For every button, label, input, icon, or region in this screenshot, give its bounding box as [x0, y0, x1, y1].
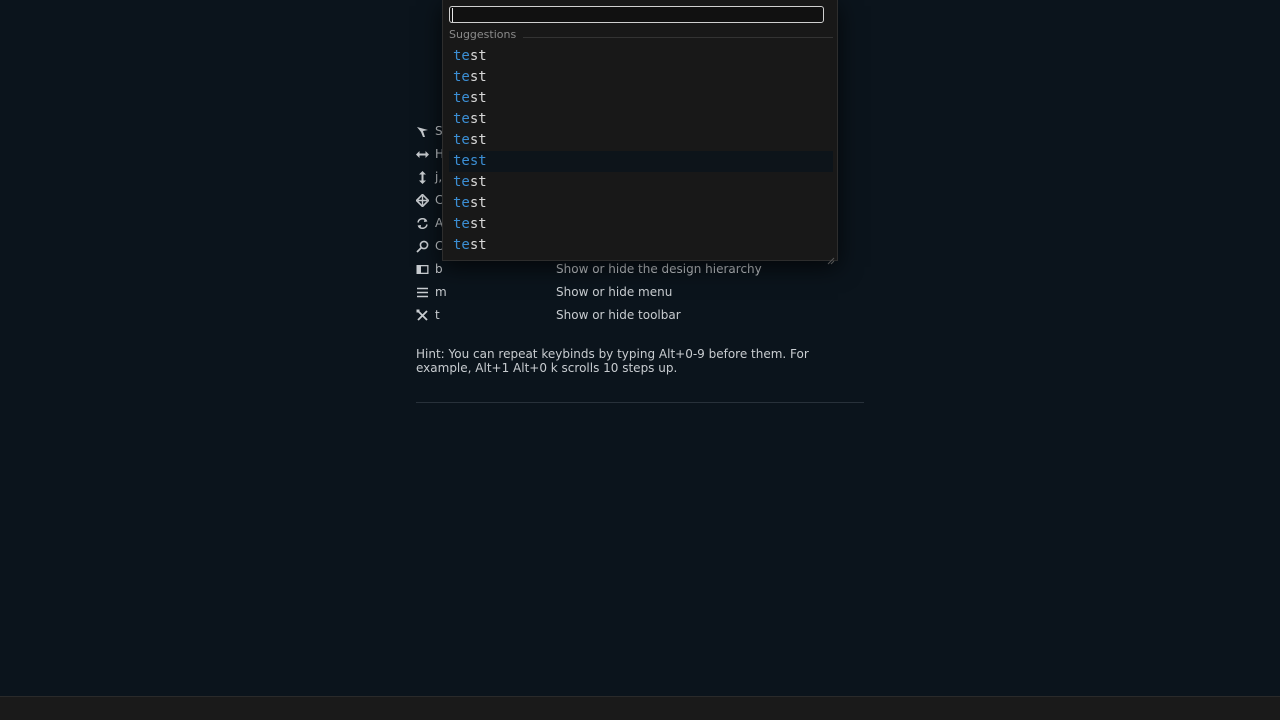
keybind-key: b [435, 262, 443, 276]
suggestion-match: te [453, 174, 470, 190]
command-input[interactable] [449, 6, 824, 23]
suggestion-item[interactable]: test [449, 172, 833, 193]
app-page: S H j, C A C b Show or hide the design h… [0, 0, 1280, 720]
menu-icon [416, 286, 429, 299]
suggestion-item[interactable]: test [449, 46, 833, 67]
suggestion-item[interactable]: test [449, 193, 833, 214]
suggestion-item[interactable]: test [449, 130, 833, 151]
keybind-row: b Show or hide the design hierarchy [416, 258, 864, 281]
refresh-icon [416, 217, 429, 230]
select-icon [416, 125, 429, 138]
suggestion-rest: st [469, 237, 487, 253]
sidebar-icon [416, 263, 429, 276]
suggestion-item[interactable]: test [449, 67, 833, 88]
keybind-desc: Show or hide menu [556, 285, 673, 299]
suggestion-match: te [453, 132, 470, 148]
suggestion-rest: st [469, 90, 487, 106]
suggestion-match: te [453, 111, 470, 127]
vertical-arrows-icon [416, 171, 429, 184]
suggestion-match: te [453, 90, 470, 106]
keybind-hint: Hint: You can repeat keybinds by typing … [416, 347, 809, 375]
status-bar [0, 696, 1280, 720]
suggestion-rest: st [469, 153, 487, 169]
suggestion-match: te [453, 216, 470, 232]
keybind-desc: Show or hide toolbar [556, 308, 681, 322]
keybind-row: m Show or hide menu [416, 281, 864, 304]
suggestions-header: Suggestions [449, 28, 833, 42]
text-caret [452, 8, 453, 22]
keybind-key: t [435, 308, 440, 322]
suggestions-divider [523, 37, 833, 38]
suggestion-match: te [453, 153, 470, 169]
suggestion-rest: st [469, 174, 487, 190]
resize-grip-icon[interactable] [827, 250, 835, 265]
crosshair-icon [415, 193, 430, 208]
search-icon [416, 240, 429, 253]
suggestion-item-selected[interactable]: test [449, 151, 833, 172]
suggestion-item[interactable]: test [449, 88, 833, 109]
suggestion-rest: st [469, 48, 487, 64]
suggestion-rest: st [469, 195, 487, 211]
keybind-key: m [435, 285, 447, 299]
command-popup: Suggestions test test test test test tes… [442, 0, 838, 265]
suggestion-rest: st [469, 111, 487, 127]
suggestion-rest: st [469, 216, 487, 232]
suggestion-item[interactable]: test [449, 214, 833, 235]
suggestions-list: test test test test test test test test … [449, 46, 833, 256]
suggestion-item[interactable]: test [449, 109, 833, 130]
keybind-row: t Show or hide toolbar [416, 304, 864, 327]
keybind-desc: Show or hide the design hierarchy [556, 262, 762, 276]
suggestion-rest: st [469, 69, 487, 85]
suggestions-label: Suggestions [449, 28, 517, 41]
suggestion-item[interactable]: test [449, 235, 833, 256]
horizontal-arrows-icon [416, 148, 429, 161]
divider [416, 402, 864, 403]
suggestion-match: te [453, 48, 470, 64]
tools-icon [416, 309, 429, 322]
suggestion-match: te [453, 69, 470, 85]
suggestion-rest: st [469, 132, 487, 148]
suggestion-match: te [453, 237, 470, 253]
suggestion-match: te [453, 195, 470, 211]
